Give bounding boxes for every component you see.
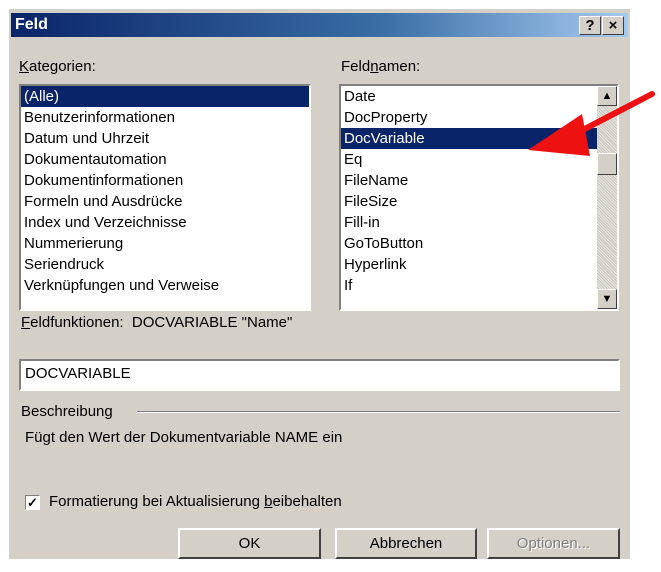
categories-label: Kategorien: — [19, 58, 96, 75]
scroll-thumb[interactable] — [597, 153, 617, 175]
fieldname-item[interactable]: If — [341, 275, 597, 296]
category-item[interactable]: Seriendruck — [21, 254, 309, 275]
category-item[interactable]: Benutzerinformationen — [21, 107, 309, 128]
help-button[interactable]: ? — [579, 16, 601, 35]
description-label: Beschreibung — [21, 403, 113, 420]
category-item[interactable]: Nummerierung — [21, 233, 309, 254]
category-item[interactable]: (Alle) — [21, 86, 309, 107]
category-item[interactable]: Datum und Uhrzeit — [21, 128, 309, 149]
options-button[interactable]: Optionen... — [487, 528, 620, 559]
fieldname-item[interactable]: Eq — [341, 149, 597, 170]
categories-list: (Alle) Benutzerinformationen Datum und Uhr… — [21, 86, 309, 296]
close-button[interactable]: × — [602, 16, 624, 35]
cancel-button[interactable]: Abbrechen — [335, 528, 477, 559]
preserve-formatting-checkbox[interactable]: ✓ — [25, 495, 40, 510]
categories-listbox[interactable]: (Alle) Benutzerinformationen Datum und Uhr… — [19, 84, 311, 311]
field-codes-syntax: DOCVARIABLE "Name" — [131, 314, 293, 331]
scroll-down-button[interactable]: ▼ — [597, 289, 617, 309]
fieldname-item[interactable]: FileSize — [341, 191, 597, 212]
category-item[interactable]: Verknüpfungen und Verweise — [21, 275, 309, 296]
fieldnames-list: Date DocProperty DocVariable Eq FileName File… — [341, 86, 597, 296]
fieldname-item[interactable]: DocProperty — [341, 107, 597, 128]
window-title: Feld — [15, 16, 48, 33]
fieldnames-scrollbar[interactable]: ▲ ▼ — [597, 86, 617, 309]
field-codes-label: Feldfunktionen: DOCVARIABLE "Name" — [21, 314, 293, 331]
field-codes-input[interactable]: DOCVARIABLE — [19, 359, 620, 391]
description-text: Fügt den Wert der Dokumentvariable NAME … — [25, 429, 343, 446]
fieldnames-label: Feldnamen: — [341, 58, 421, 75]
fieldname-item[interactable]: Date — [341, 86, 597, 107]
category-item[interactable]: Dokumentautomation — [21, 149, 309, 170]
category-item[interactable]: Index und Verzeichnisse — [21, 212, 309, 233]
field-dialog: Feld ? × Kategorien: (Alle) Benutzerinfor… — [9, 9, 630, 559]
fieldname-item[interactable]: GoToButton — [341, 233, 597, 254]
fieldname-item[interactable]: DocVariable — [341, 128, 597, 149]
category-item[interactable]: Dokumentinformationen — [21, 170, 309, 191]
ok-button[interactable]: OK — [178, 528, 321, 559]
title-bar[interactable]: Feld ? × — [11, 13, 628, 37]
fieldnames-listbox[interactable]: Date DocProperty DocVariable Eq FileName File… — [339, 84, 619, 311]
scroll-up-button[interactable]: ▲ — [597, 86, 617, 106]
fieldname-item[interactable]: Hyperlink — [341, 254, 597, 275]
fieldname-item[interactable]: Fill-in — [341, 212, 597, 233]
description-separator — [137, 411, 620, 413]
preserve-formatting-label: Formatierung bei Aktualisierung beibehal… — [49, 493, 342, 510]
fieldname-item[interactable]: FileName — [341, 170, 597, 191]
category-item[interactable]: Formeln und Ausdrücke — [21, 191, 309, 212]
